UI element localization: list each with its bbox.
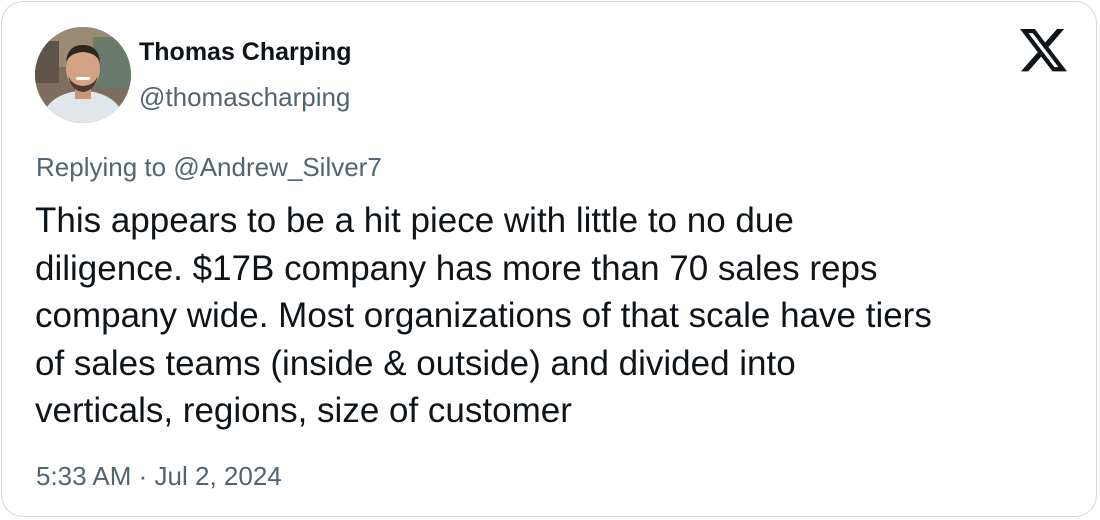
tweet-date: Jul 2, 2024 <box>154 461 282 491</box>
tweet-text-line: This appears to be a hit piece with litt… <box>35 201 794 240</box>
tweet-timestamp[interactable]: 5:33 AM · Jul 2, 2024 <box>36 461 282 492</box>
profile-photo <box>35 27 131 123</box>
tweet-text-line: company wide. Most organizations of that… <box>35 296 932 335</box>
tweet-text-line: verticals, regions, size of customer <box>35 391 572 430</box>
author-handle[interactable]: @thomascharping <box>139 82 350 113</box>
tweet-card: Thomas Charping @thomascharping Replying… <box>1 1 1097 517</box>
reply-mention-link[interactable]: @Andrew_Silver7 <box>173 152 381 182</box>
tweet-text-line: of sales teams (inside & outside) and di… <box>35 343 796 383</box>
tweet-text-line: diligence. $17B company has more than 70… <box>35 248 878 288</box>
tweet-time: 5:33 AM <box>36 461 132 491</box>
author-display-name[interactable]: Thomas Charping <box>139 38 352 67</box>
author-avatar[interactable] <box>35 27 131 123</box>
replying-to-line: Replying to @Andrew_Silver7 <box>36 152 382 183</box>
timestamp-separator: · <box>138 461 148 491</box>
replying-to-label: Replying to <box>36 152 167 182</box>
x-logo-icon[interactable] <box>1020 29 1067 72</box>
tweet-text: This appears to be a hit piece with litt… <box>35 197 1085 435</box>
x-logo-glyph <box>1020 29 1067 72</box>
